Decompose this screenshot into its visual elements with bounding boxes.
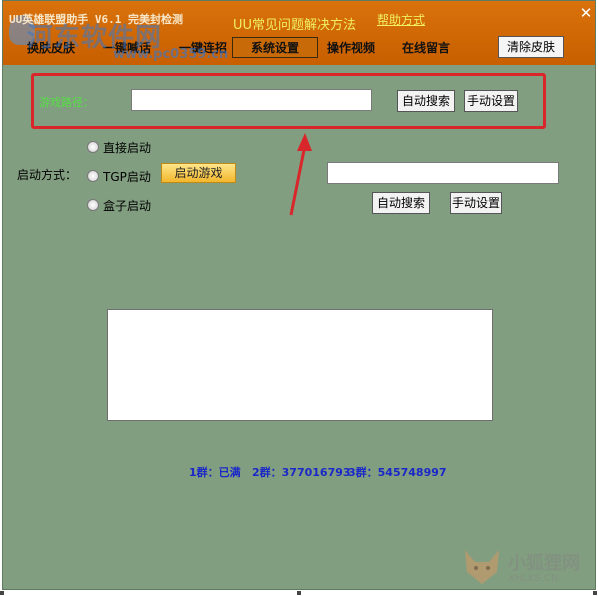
game-path-label: 游戏路径：	[39, 96, 94, 109]
resize-handle[interactable]	[593, 591, 597, 595]
watermark-url: www.pc0359.cn	[113, 47, 229, 62]
radio-icon[interactable]	[87, 141, 99, 153]
help-link[interactable]: 帮助方式	[377, 11, 425, 28]
game-path-input[interactable]	[131, 89, 372, 111]
launch-manual-set-button[interactable]: 手动设置	[450, 192, 502, 214]
menu-message[interactable]: 在线留言	[402, 39, 450, 56]
radio-icon[interactable]	[87, 170, 99, 182]
auto-search-button[interactable]: 自动搜索	[397, 90, 455, 112]
corner-watermark-url: XHLKS.CN	[508, 573, 559, 584]
title-bar: UU英雄联盟助手 V6.1 完美封检测 UU常见问题解决方法 帮助方式 ✕ 换肤…	[3, 1, 595, 65]
manual-set-button[interactable]: 手动设置	[464, 90, 518, 112]
fox-logo-icon	[465, 550, 499, 584]
group-3: 3群：545748997	[348, 466, 447, 479]
resize-handle[interactable]	[0, 591, 4, 595]
annotation-arrow	[289, 133, 312, 216]
group-1: 1群：已满	[189, 466, 241, 479]
resize-handle[interactable]	[297, 591, 301, 595]
info-panel	[107, 309, 493, 421]
corner-watermark-text: 小狐狸网	[508, 553, 580, 574]
launch-option-direct[interactable]: 直接启动	[87, 139, 151, 156]
clear-skin-button[interactable]: 清除皮肤	[498, 36, 564, 58]
close-icon[interactable]: ✕	[578, 5, 594, 21]
launch-auto-search-button[interactable]: 自动搜索	[372, 192, 430, 214]
app-window: UU英雄联盟助手 V6.1 完美封检测 UU常见问题解决方法 帮助方式 ✕ 换肤…	[2, 0, 596, 590]
menu-video[interactable]: 操作视频	[327, 39, 375, 56]
group-2: 2群：377016793	[252, 466, 351, 479]
launch-path-input[interactable]	[327, 162, 559, 184]
launch-option-tgp[interactable]: TGP启动	[87, 168, 151, 185]
launch-mode-label: 启动方式：	[17, 168, 78, 182]
faq-link[interactable]: UU常见问题解决方法	[233, 14, 356, 33]
launch-option-box[interactable]: 盒子启动	[87, 197, 151, 214]
start-game-button[interactable]: 启动游戏	[161, 163, 236, 183]
menu-settings[interactable]: 系统设置	[232, 37, 319, 58]
radio-icon[interactable]	[87, 199, 99, 211]
